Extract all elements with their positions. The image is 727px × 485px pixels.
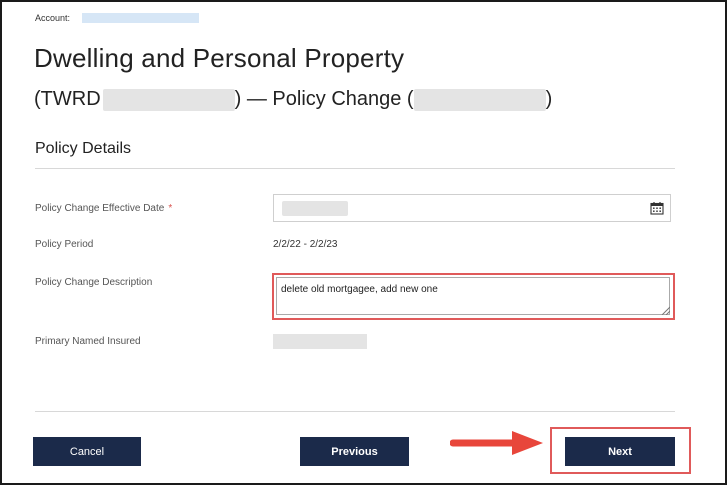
insured-name-redacted <box>273 334 367 349</box>
page-subtitle: (TWRD ) — Policy Change () <box>34 88 552 111</box>
description-label: Policy Change Description <box>35 277 153 288</box>
next-button[interactable]: Next <box>565 437 675 466</box>
description-textarea[interactable] <box>276 277 670 315</box>
subtitle-prefix: (TWRD <box>34 88 101 110</box>
cancel-button[interactable]: Cancel <box>33 437 141 466</box>
effective-date-redacted <box>282 201 348 216</box>
footer-divider <box>35 411 675 412</box>
policy-number-redacted <box>102 88 235 111</box>
description-highlight <box>272 273 675 320</box>
required-marker: * <box>168 203 173 214</box>
section-divider <box>35 168 675 169</box>
red-arrow-icon <box>450 431 543 455</box>
account-label: Account: <box>35 13 71 23</box>
account-number-redacted <box>82 13 199 23</box>
policy-period-label: Policy Period <box>35 239 94 250</box>
subtitle-middle: ) — Policy Change ( <box>234 88 414 110</box>
previous-button[interactable]: Previous <box>300 437 409 466</box>
resize-grip-icon[interactable] <box>660 305 670 315</box>
change-number-redacted <box>413 88 546 111</box>
subtitle-suffix: ) <box>545 88 553 110</box>
policy-change-window: Account: Dwelling and Personal Property … <box>0 0 727 485</box>
insured-label: Primary Named Insured <box>35 336 141 347</box>
section-title: Policy Details <box>35 140 132 157</box>
effective-date-input[interactable] <box>273 194 671 222</box>
policy-period-value: 2/2/22 - 2/2/23 <box>273 239 338 250</box>
effective-date-label: Policy Change Effective Date * <box>35 203 172 214</box>
effective-date-label-text: Policy Change Effective Date <box>35 203 165 214</box>
calendar-icon[interactable] <box>650 201 664 215</box>
page-title: Dwelling and Personal Property <box>34 43 405 73</box>
